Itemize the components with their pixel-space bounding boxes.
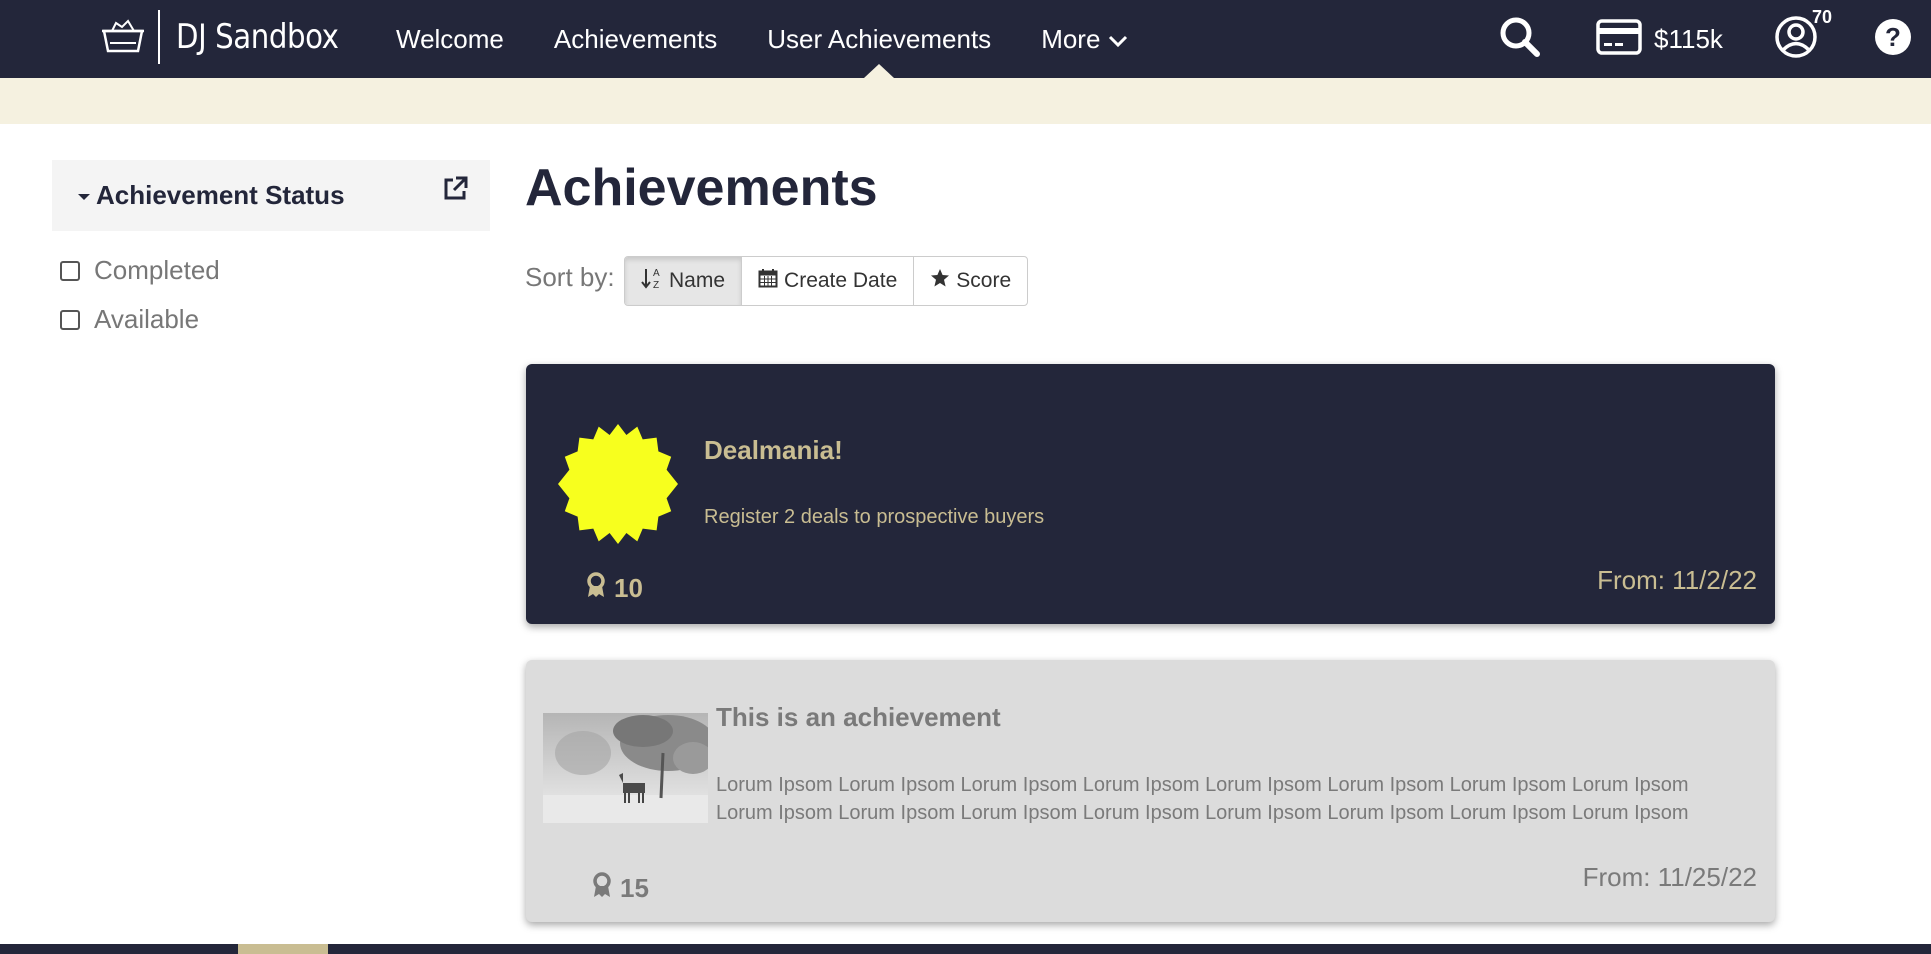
- achievement-status-filter-header[interactable]: Achievement Status: [52, 160, 490, 231]
- filter-title: Achievement Status: [96, 180, 345, 210]
- nav-more[interactable]: More: [1041, 0, 1128, 78]
- credit-card-icon: [1596, 18, 1642, 60]
- available-checkbox[interactable]: [60, 309, 80, 330]
- sandbox-logo-icon: [100, 17, 146, 57]
- footer-tab[interactable]: [238, 944, 328, 954]
- starburst-badge-icon: [556, 422, 680, 551]
- main-nav: Welcome Achievements User Achievements M…: [396, 0, 1178, 78]
- available-label: Available: [94, 304, 200, 334]
- achievement-photo-badge: [543, 713, 708, 823]
- star-icon: [930, 268, 956, 294]
- credit-amount: $115k: [1654, 23, 1723, 54]
- points-value: 15: [620, 873, 649, 903]
- sort-label: Sort by:: [525, 262, 615, 292]
- help-button[interactable]: ?: [1874, 0, 1912, 78]
- credit-balance[interactable]: $115k: [1596, 0, 1723, 78]
- top-navbar: DJ Sandbox Welcome Achievements User Ach…: [0, 0, 1931, 78]
- achievement-date: From: 11/2/22: [1597, 565, 1757, 595]
- sort-by-name-button[interactable]: AZ Name: [625, 257, 743, 305]
- achievement-title: Dealmania!: [704, 435, 843, 465]
- nav-more-label: More: [1041, 23, 1101, 54]
- nav-user-achievements[interactable]: User Achievements: [767, 0, 991, 78]
- achievement-description: Register 2 deals to prospective buyers: [704, 506, 1045, 528]
- sort-name-label: Name: [669, 269, 726, 292]
- chevron-down-icon: [1108, 24, 1128, 55]
- achievement-points: 15: [592, 872, 649, 905]
- nav-user-achievements-label: User Achievements: [767, 23, 992, 54]
- notification-count-badge: 70: [1812, 7, 1833, 27]
- nav-achievements[interactable]: Achievements: [554, 0, 717, 78]
- sort-by-score-button[interactable]: Score: [914, 257, 1027, 305]
- sort-alpha-icon: AZ: [641, 267, 669, 295]
- svg-text:A: A: [653, 268, 660, 279]
- achievement-date: From: 11/25/22: [1582, 862, 1757, 892]
- achievement-title: This is an achievement: [716, 702, 1001, 732]
- achievement-card[interactable]: This is an achievement Lorum Ipsom Lorum…: [526, 660, 1775, 922]
- brand-name: DJ Sandbox: [176, 17, 339, 57]
- filter-option-available[interactable]: Available: [52, 304, 490, 335]
- announcement-banner: [0, 78, 1931, 124]
- completed-checkbox[interactable]: [60, 260, 80, 281]
- calendar-icon: [758, 268, 784, 294]
- achievement-description: Lorum Ipsom Lorum Ipsom Lorum Ipsom Loru…: [716, 774, 1689, 824]
- filter-sidebar: Achievement Status Completed Available: [52, 160, 490, 335]
- footer-bar: [0, 944, 1931, 954]
- external-link-icon[interactable]: [442, 176, 468, 207]
- achievement-card[interactable]: Dealmania! Register 2 deals to prospecti…: [526, 364, 1775, 624]
- completed-label: Completed: [94, 255, 220, 285]
- search-icon: [1498, 15, 1542, 64]
- award-ribbon-icon: [592, 872, 620, 905]
- brand-logo[interactable]: DJ Sandbox: [100, 10, 365, 64]
- nav-achievements-label: Achievements: [553, 23, 718, 54]
- page-title: Achievements: [525, 159, 878, 217]
- sort-create-date-label: Create Date: [784, 269, 898, 292]
- filter-option-completed[interactable]: Completed: [52, 255, 490, 286]
- svg-text:Z: Z: [653, 280, 659, 289]
- sort-score-label: Score: [956, 269, 1012, 292]
- search-button[interactable]: [1498, 0, 1542, 78]
- sort-by-create-date-button[interactable]: Create Date: [742, 257, 915, 305]
- sort-button-group: AZ Name Create Date Score: [624, 256, 1029, 306]
- logo-divider: [158, 10, 160, 64]
- nav-welcome-label: Welcome: [396, 23, 504, 54]
- achievement-points: 10: [586, 572, 643, 605]
- svg-text:?: ?: [1885, 22, 1901, 52]
- points-value: 10: [614, 573, 643, 603]
- caret-down-icon: [78, 193, 90, 200]
- award-ribbon-icon: [586, 572, 614, 605]
- nav-welcome[interactable]: Welcome: [396, 0, 504, 78]
- help-icon: ?: [1874, 18, 1912, 61]
